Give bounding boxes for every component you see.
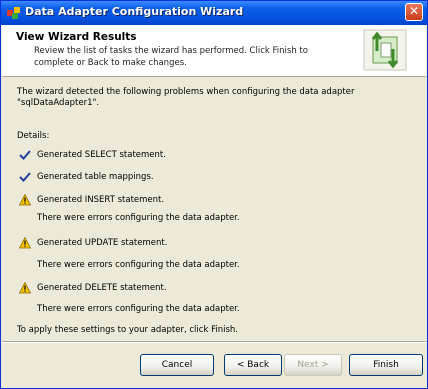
- details-label: Details:: [17, 131, 50, 141]
- item-text: Generated SELECT statement.: [37, 150, 166, 160]
- item-text: Generated INSERT statement.: [37, 195, 165, 205]
- wizard-window: Data Adapter Configuration Wizard ✕ View…: [0, 0, 428, 389]
- divider: [2, 341, 426, 343]
- wizard-header: View Wizard Results Review the list of t…: [2, 25, 426, 77]
- page-title: View Wizard Results: [16, 31, 137, 43]
- item-text: Generated table mappings.: [37, 172, 154, 182]
- footer-instructions: To apply these settings to your adapter,…: [17, 325, 238, 335]
- title-bar[interactable]: Data Adapter Configuration Wizard ✕: [1, 1, 427, 25]
- item-text: Generated UPDATE statement.: [37, 238, 168, 248]
- warning-icon: [19, 194, 31, 206]
- check-icon: [19, 172, 31, 182]
- back-button[interactable]: < Back: [224, 354, 282, 376]
- cancel-button[interactable]: Cancel: [140, 354, 214, 376]
- check-icon: [19, 150, 31, 160]
- page-description: Review the list of tasks the wizard has …: [34, 46, 308, 68]
- close-button[interactable]: ✕: [405, 3, 423, 21]
- item-detail: There were errors configuring the data a…: [37, 260, 240, 270]
- item-detail: There were errors configuring the data a…: [37, 213, 240, 223]
- warning-icon: [19, 282, 31, 294]
- item-text: Generated DELETE statement.: [37, 283, 167, 293]
- warning-icon: [19, 237, 31, 249]
- data-adapter-icon: [363, 29, 407, 71]
- results-panel: The wizard detected the following proble…: [17, 87, 417, 314]
- item-detail: There were errors configuring the data a…: [37, 304, 240, 314]
- next-button[interactable]: Next >: [284, 354, 342, 376]
- window-title: Data Adapter Configuration Wizard: [25, 5, 244, 18]
- app-icon: [7, 7, 20, 19]
- intro-text: The wizard detected the following proble…: [17, 87, 355, 108]
- finish-button[interactable]: Finish: [349, 354, 423, 376]
